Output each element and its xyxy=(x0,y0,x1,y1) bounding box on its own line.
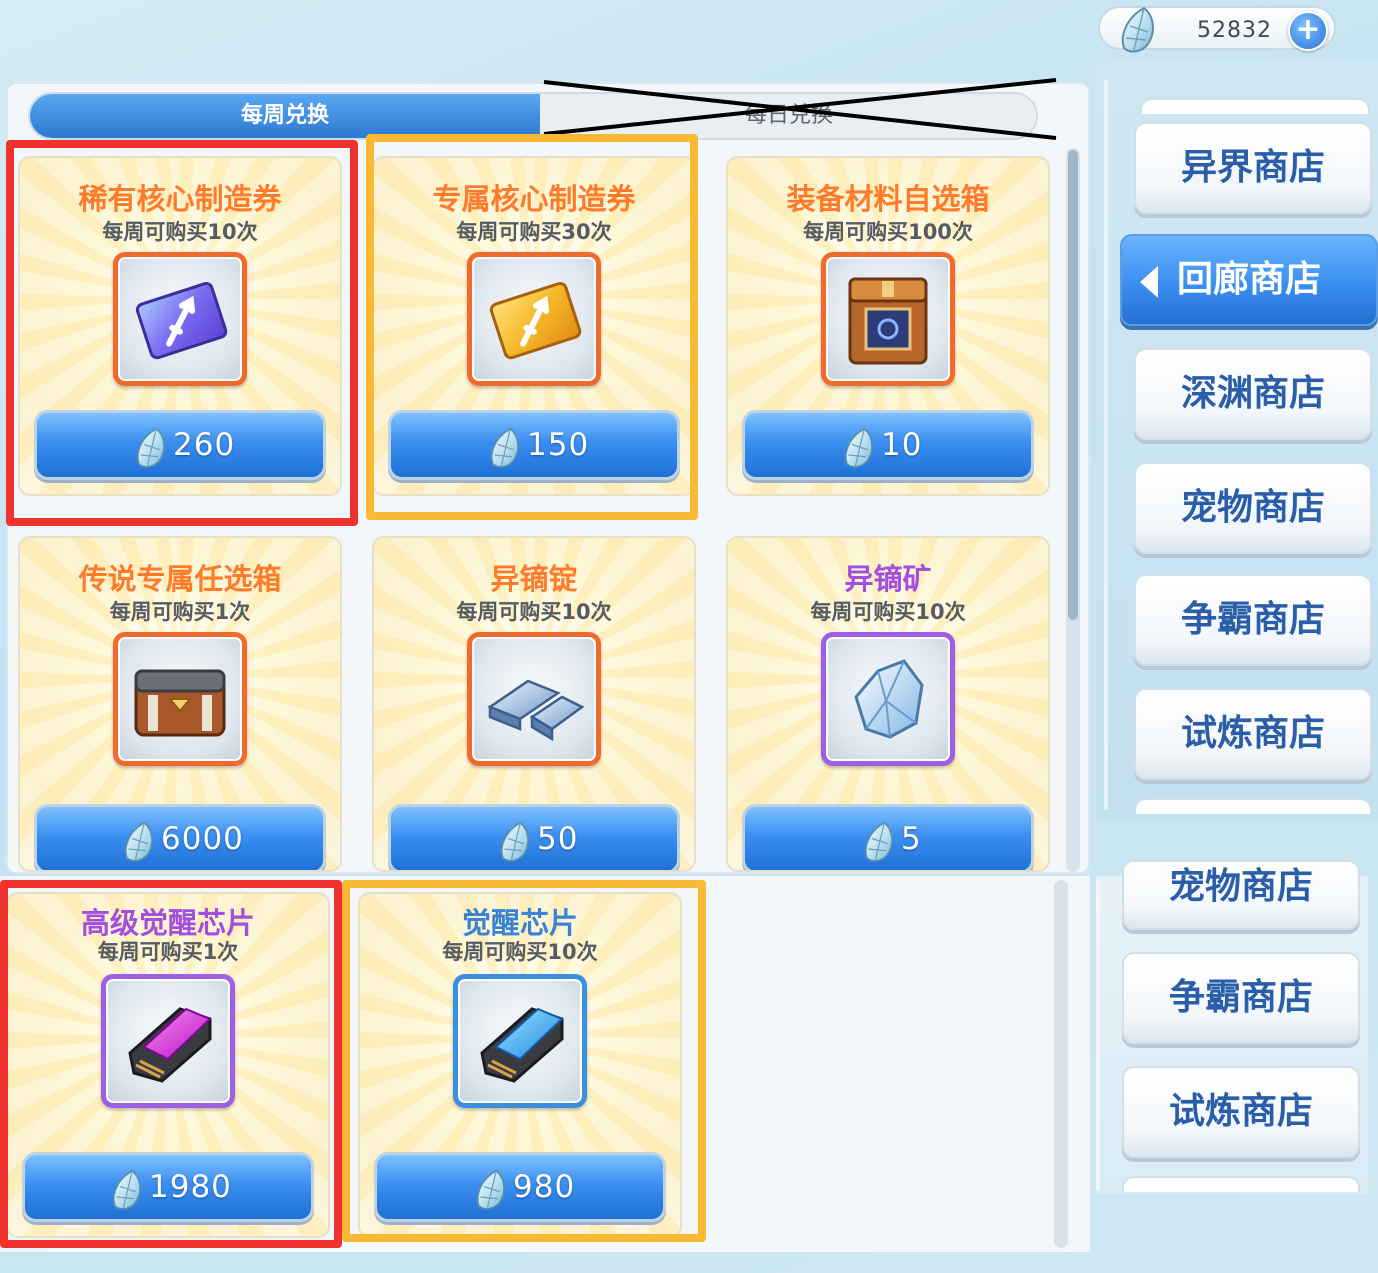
add-currency-button[interactable]: + xyxy=(1288,11,1328,51)
advanced-awakening-chip-icon xyxy=(101,974,235,1108)
item-card-advanced-awakening-chip[interactable]: 高级觉醒芯片 每周可购买1次 1980 xyxy=(6,892,330,1238)
item-name: 传说专属任选箱 xyxy=(78,562,282,596)
sidebar-item-corridor-shop[interactable]: 回廊商店 xyxy=(1120,234,1378,326)
item-name: 异镝锭 xyxy=(490,562,578,596)
ingot-icon xyxy=(467,632,601,766)
item-limit: 每周可购买10次 xyxy=(810,600,966,624)
buy-button[interactable]: 50 xyxy=(388,804,680,870)
sidebar-item-partial[interactable] xyxy=(1122,1176,1360,1192)
item-price: 150 xyxy=(527,427,590,463)
sidebar-item-otherworld-shop[interactable]: 异界商店 xyxy=(1134,122,1372,214)
item-card-awakening-chip[interactable]: 觉醒芯片 每周可购买10次 980 xyxy=(358,892,682,1238)
item-name: 稀有核心制造券 xyxy=(78,182,282,216)
awakening-chip-icon xyxy=(453,974,587,1108)
buy-button[interactable]: 10 xyxy=(742,410,1034,480)
gem-icon xyxy=(841,427,877,469)
item-card-rare-core-ticket[interactable]: 稀有核心制造券 每周可购买10次 260 xyxy=(18,156,342,496)
item-price: 6000 xyxy=(161,821,244,857)
sidebar-item-pet-shop-lower[interactable]: 宠物商店 xyxy=(1122,860,1360,930)
exclusive-core-ticket-icon xyxy=(467,252,601,386)
exchange-tabs: 每周兑换 每日兑换 xyxy=(28,92,1038,140)
gem-icon xyxy=(473,1169,509,1211)
item-limit: 每周可购买100次 xyxy=(803,220,973,244)
item-price: 980 xyxy=(513,1169,576,1205)
sidebar-item-abyss-shop[interactable]: 深渊商店 xyxy=(1134,348,1372,440)
item-price: 1980 xyxy=(149,1169,232,1205)
gem-icon xyxy=(109,1169,145,1211)
item-price: 260 xyxy=(173,427,236,463)
item-limit: 每周可购买1次 xyxy=(109,600,251,624)
sidebar-track xyxy=(1104,80,1108,810)
item-price: 5 xyxy=(901,821,922,857)
buy-button[interactable]: 980 xyxy=(374,1152,666,1222)
item-card-exclusive-core-ticket[interactable]: 专属核心制造券 每周可购买30次 150 xyxy=(372,156,696,496)
rare-core-ticket-icon xyxy=(113,252,247,386)
item-card-legendary-exclusive-box[interactable]: 传说专属任选箱 每周可购买1次 6000 xyxy=(18,536,342,872)
item-name: 专属核心制造券 xyxy=(432,182,636,216)
sidebar-item-partial[interactable] xyxy=(1140,98,1370,114)
gem-icon xyxy=(497,821,533,863)
gem-icon xyxy=(1118,6,1158,54)
tab-daily-exchange[interactable]: 每日兑换 xyxy=(540,94,1036,138)
item-card-ingot[interactable]: 异镝锭 每周可购买10次 50 xyxy=(372,536,696,872)
item-scrollbar-lower[interactable] xyxy=(1054,880,1068,1248)
sidebar-item-contest-shop[interactable]: 争霸商店 xyxy=(1134,574,1372,666)
sidebar-item-trial-shop[interactable]: 试炼商店 xyxy=(1134,688,1372,780)
item-name: 装备材料自选箱 xyxy=(786,182,990,216)
item-limit: 每周可购买30次 xyxy=(456,220,612,244)
sidebar-item-trial-shop-lower[interactable]: 试炼商店 xyxy=(1122,1066,1360,1158)
scrollbar-thumb[interactable] xyxy=(1068,150,1078,620)
item-scrollbar[interactable] xyxy=(1066,148,1080,872)
chevron-left-icon xyxy=(1140,266,1158,298)
item-card-ore[interactable]: 异镝矿 每周可购买10次 5 xyxy=(726,536,1050,872)
item-name: 异镝矿 xyxy=(844,562,932,596)
gem-icon xyxy=(121,821,157,863)
sidebar-track-lower xyxy=(1096,880,1100,1190)
tab-weekly-exchange[interactable]: 每周兑换 xyxy=(30,94,540,138)
gem-icon xyxy=(487,427,523,469)
sidebar-item-partial[interactable] xyxy=(1134,798,1372,814)
sidebar-item-contest-shop-lower[interactable]: 争霸商店 xyxy=(1122,952,1360,1044)
equipment-material-box-icon xyxy=(821,252,955,386)
buy-button[interactable]: 260 xyxy=(34,410,326,480)
legendary-exclusive-box-icon xyxy=(113,632,247,766)
item-limit: 每周可购买1次 xyxy=(97,940,239,964)
sidebar-item-pet-shop[interactable]: 宠物商店 xyxy=(1134,462,1372,554)
buy-button[interactable]: 150 xyxy=(388,410,680,480)
buy-button[interactable]: 5 xyxy=(742,804,1034,870)
currency-amount: 52832 xyxy=(1197,18,1272,43)
ore-crystal-icon xyxy=(821,632,955,766)
gem-icon xyxy=(133,427,169,469)
buy-button[interactable]: 1980 xyxy=(22,1152,314,1222)
item-card-equipment-material-box[interactable]: 装备材料自选箱 每周可购买100次 10 xyxy=(726,156,1050,496)
item-price: 50 xyxy=(537,821,579,857)
buy-button[interactable]: 6000 xyxy=(34,804,326,870)
currency-display: 52832 + xyxy=(1098,6,1336,50)
sidebar-item-label: 回廊商店 xyxy=(1176,259,1321,300)
gem-icon xyxy=(861,821,897,863)
item-limit: 每周可购买10次 xyxy=(102,220,258,244)
item-price: 10 xyxy=(881,427,923,463)
item-limit: 每周可购买10次 xyxy=(442,940,598,964)
item-limit: 每周可购买10次 xyxy=(456,600,612,624)
